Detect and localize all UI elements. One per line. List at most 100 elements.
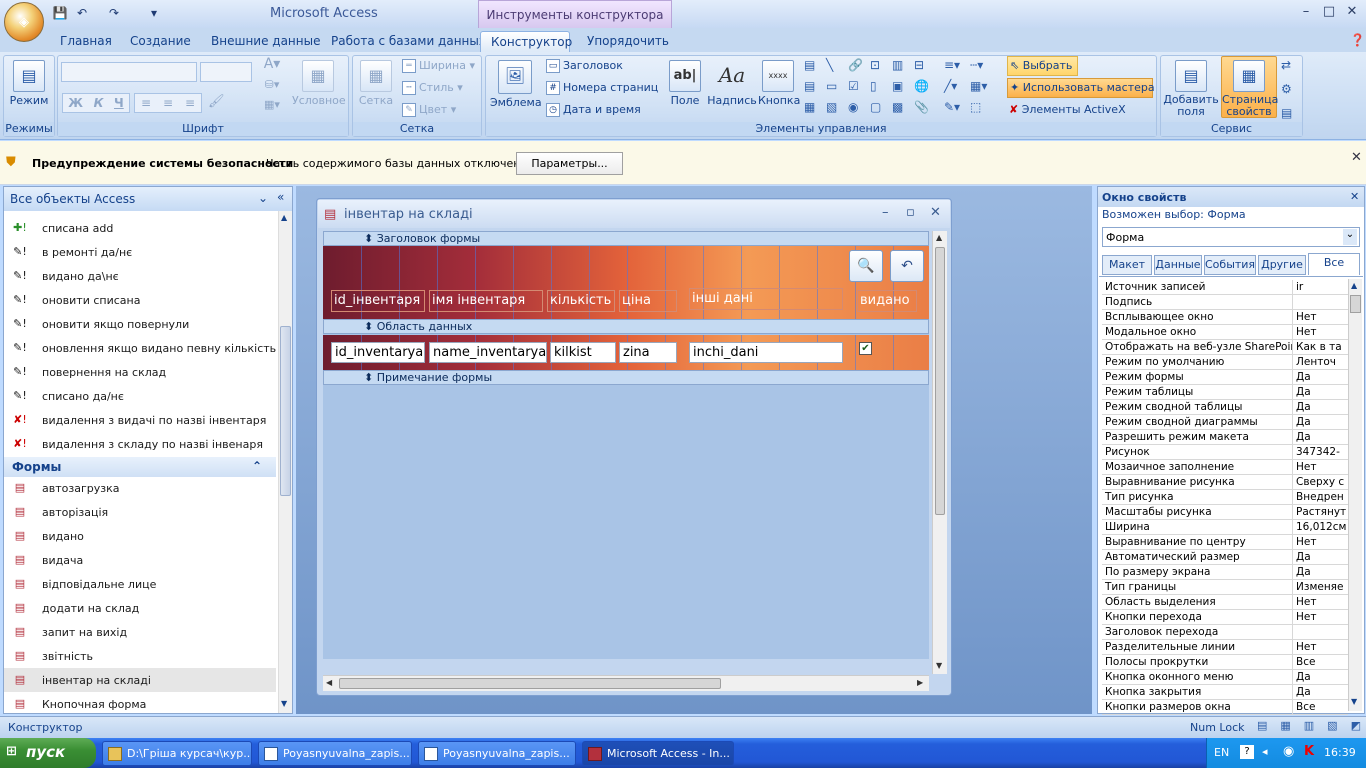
nav-scroll-thumb[interactable]: [280, 326, 291, 496]
property-row[interactable]: Всплывающее окно Нет: [1102, 310, 1348, 325]
tab-external-data[interactable]: Внешние данные: [201, 31, 330, 53]
subform-icon[interactable]: ▣: [892, 79, 914, 100]
attachment-icon[interactable]: 📎: [914, 100, 936, 121]
options-button[interactable]: Параметры...: [516, 152, 623, 175]
scroll-up-icon[interactable]: ▲: [281, 213, 287, 222]
bound-object-icon[interactable]: 🌐: [914, 79, 936, 100]
property-row[interactable]: Выравнивание по центру Нет: [1102, 535, 1348, 550]
layout-view-icon[interactable]: ▧: [1327, 719, 1337, 735]
checkbox-control-icon[interactable]: ☑: [848, 79, 870, 100]
close-security-icon[interactable]: ✕: [1351, 150, 1362, 165]
conditional-format-button[interactable]: ▦ Условное: [292, 60, 346, 107]
selection-select[interactable]: Форма ⌄: [1102, 227, 1360, 247]
property-value[interactable]: Нет: [1296, 640, 1348, 654]
customize-qat-icon[interactable]: ▾: [146, 5, 162, 21]
property-value[interactable]: Сверху с: [1296, 475, 1348, 489]
activex-button[interactable]: ✘ Элементы ActiveX: [1009, 103, 1126, 116]
property-value[interactable]: Изменяе: [1296, 580, 1348, 594]
underline-button[interactable]: Ч: [114, 96, 124, 110]
property-dotted-icon[interactable]: ⬚: [970, 100, 996, 121]
help-tray-icon[interactable]: ?: [1240, 745, 1254, 759]
property-row[interactable]: Источник записей ir: [1102, 280, 1348, 295]
property-row[interactable]: По размеру экрана Да: [1102, 565, 1348, 580]
form-item[interactable]: ▤ відповідальне лице: [4, 572, 276, 596]
tab-database-tools[interactable]: Работа с базами данных: [321, 31, 496, 53]
gridlines-button[interactable]: ▦ Сетка: [356, 60, 396, 107]
redo-icon[interactable]: ↷: [106, 5, 122, 21]
unbound-frame-icon[interactable]: ▧: [826, 100, 848, 121]
code-icon[interactable]: ⚙: [1281, 82, 1297, 96]
network-tray-icon[interactable]: ◉: [1283, 744, 1294, 759]
property-row[interactable]: Рисунок 347342-: [1102, 445, 1348, 460]
property-row[interactable]: Область выделения Нет: [1102, 595, 1348, 610]
undo-record-button[interactable]: ↶: [890, 250, 924, 282]
property-value[interactable]: Внедрен: [1296, 490, 1348, 504]
scroll-up-icon[interactable]: ▲: [1351, 281, 1357, 290]
close-props-icon[interactable]: ✕: [1350, 190, 1359, 203]
grid-width-button[interactable]: ═ Ширина ▾: [402, 59, 475, 73]
property-value[interactable]: Да: [1296, 415, 1348, 429]
align-left-icon[interactable]: ≡: [141, 96, 151, 110]
tab-arrange[interactable]: Упорядочить: [577, 31, 679, 53]
nav-dropdown-icon[interactable]: ⌄: [258, 191, 268, 205]
property-value[interactable]: Да: [1296, 400, 1348, 414]
property-value[interactable]: Нет: [1296, 535, 1348, 549]
tab-control-icon[interactable]: ▤: [804, 58, 826, 79]
grid-style-button[interactable]: ┅ Стиль ▾: [402, 81, 463, 95]
vydano-checkbox[interactable]: ✔: [859, 342, 872, 355]
property-row[interactable]: Автоматический размер Да: [1102, 550, 1348, 565]
property-value[interactable]: Нет: [1296, 610, 1348, 624]
taskbar-item-word[interactable]: Poyasnyuvalna_zapis...: [258, 741, 412, 766]
form-item[interactable]: ▤ Кнопочная форма: [4, 692, 276, 716]
font-size-select[interactable]: [200, 62, 252, 82]
combo-box-icon[interactable]: ▦: [804, 100, 826, 121]
props-tab-events[interactable]: События: [1204, 255, 1256, 275]
rectangle-icon[interactable]: ▭: [826, 79, 848, 100]
property-value[interactable]: 16,012см: [1296, 520, 1348, 534]
option-button-icon[interactable]: ◉: [848, 100, 870, 121]
label-control-button[interactable]: Aa Надпись: [706, 60, 758, 107]
line-icon[interactable]: ╲: [826, 58, 848, 79]
italic-button[interactable]: К: [94, 96, 104, 110]
use-wizards-button[interactable]: ✦ Использовать мастера: [1007, 78, 1155, 98]
language-indicator[interactable]: EN: [1214, 746, 1229, 759]
field-inchi-dani[interactable]: inchi_dani: [689, 342, 843, 363]
nav-collapse-icon[interactable]: «: [277, 190, 284, 204]
property-row[interactable]: Кнопки перехода Нет: [1102, 610, 1348, 625]
scroll-up-icon[interactable]: ▲: [936, 233, 942, 242]
property-row[interactable]: Ширина 16,012см: [1102, 520, 1348, 535]
title-button[interactable]: ▭ Заголовок: [546, 59, 623, 73]
property-value[interactable]: Растянут: [1296, 505, 1348, 519]
start-button[interactable]: ⊞ пуск: [0, 738, 96, 768]
close-button[interactable]: ✕: [1341, 4, 1363, 22]
form-horizontal-scrollbar[interactable]: ◀ ▶: [323, 675, 929, 691]
form-hscroll-thumb[interactable]: [339, 678, 721, 689]
taskbar-item-word2[interactable]: Poyasnyuvalna_zapis...: [418, 741, 576, 766]
border-color-icon[interactable]: ✎▾: [944, 100, 970, 121]
property-row[interactable]: Выравнивание рисунка Сверху с: [1102, 475, 1348, 490]
props-tab-data[interactable]: Данные: [1154, 255, 1202, 275]
textbox-control-button[interactable]: ab| Поле: [668, 60, 702, 107]
tab-create[interactable]: Создание: [120, 31, 201, 53]
form-item[interactable]: ▤ видача: [4, 548, 276, 572]
label-name-inventarya[interactable]: імя інвентаря: [429, 290, 543, 312]
forms-group-header[interactable]: Формы ⌃: [4, 457, 276, 477]
form-maximize-button[interactable]: ▫: [906, 205, 915, 220]
props-tab-all[interactable]: Все: [1308, 253, 1360, 275]
object-frame-icon[interactable]: ▩: [892, 100, 914, 121]
form-item[interactable]: ▤ звітність: [4, 644, 276, 668]
form-close-button[interactable]: ✕: [930, 205, 941, 220]
format-painter-icon[interactable]: 🖌: [208, 94, 225, 109]
props-tab-layout[interactable]: Макет: [1102, 255, 1152, 275]
property-row[interactable]: Масштабы рисунка Растянут: [1102, 505, 1348, 520]
select-button[interactable]: ⇖ Выбрать: [1007, 56, 1078, 76]
props-scrollbar[interactable]: ▲ ▼: [1348, 279, 1362, 711]
property-sheet-button[interactable]: ▦ Страница свойств: [1221, 56, 1278, 118]
property-row[interactable]: Тип рисунка Внедрен: [1102, 490, 1348, 505]
find-button[interactable]: 🔍: [849, 250, 883, 282]
property-row[interactable]: Подпись: [1102, 295, 1348, 310]
logo-button[interactable]: 🖼 Эмблема: [490, 60, 542, 109]
tab-order-icon[interactable]: ⇄: [1281, 58, 1297, 72]
convert-macro-icon[interactable]: ▤: [1281, 106, 1297, 120]
form-vscroll-thumb[interactable]: [935, 247, 945, 515]
